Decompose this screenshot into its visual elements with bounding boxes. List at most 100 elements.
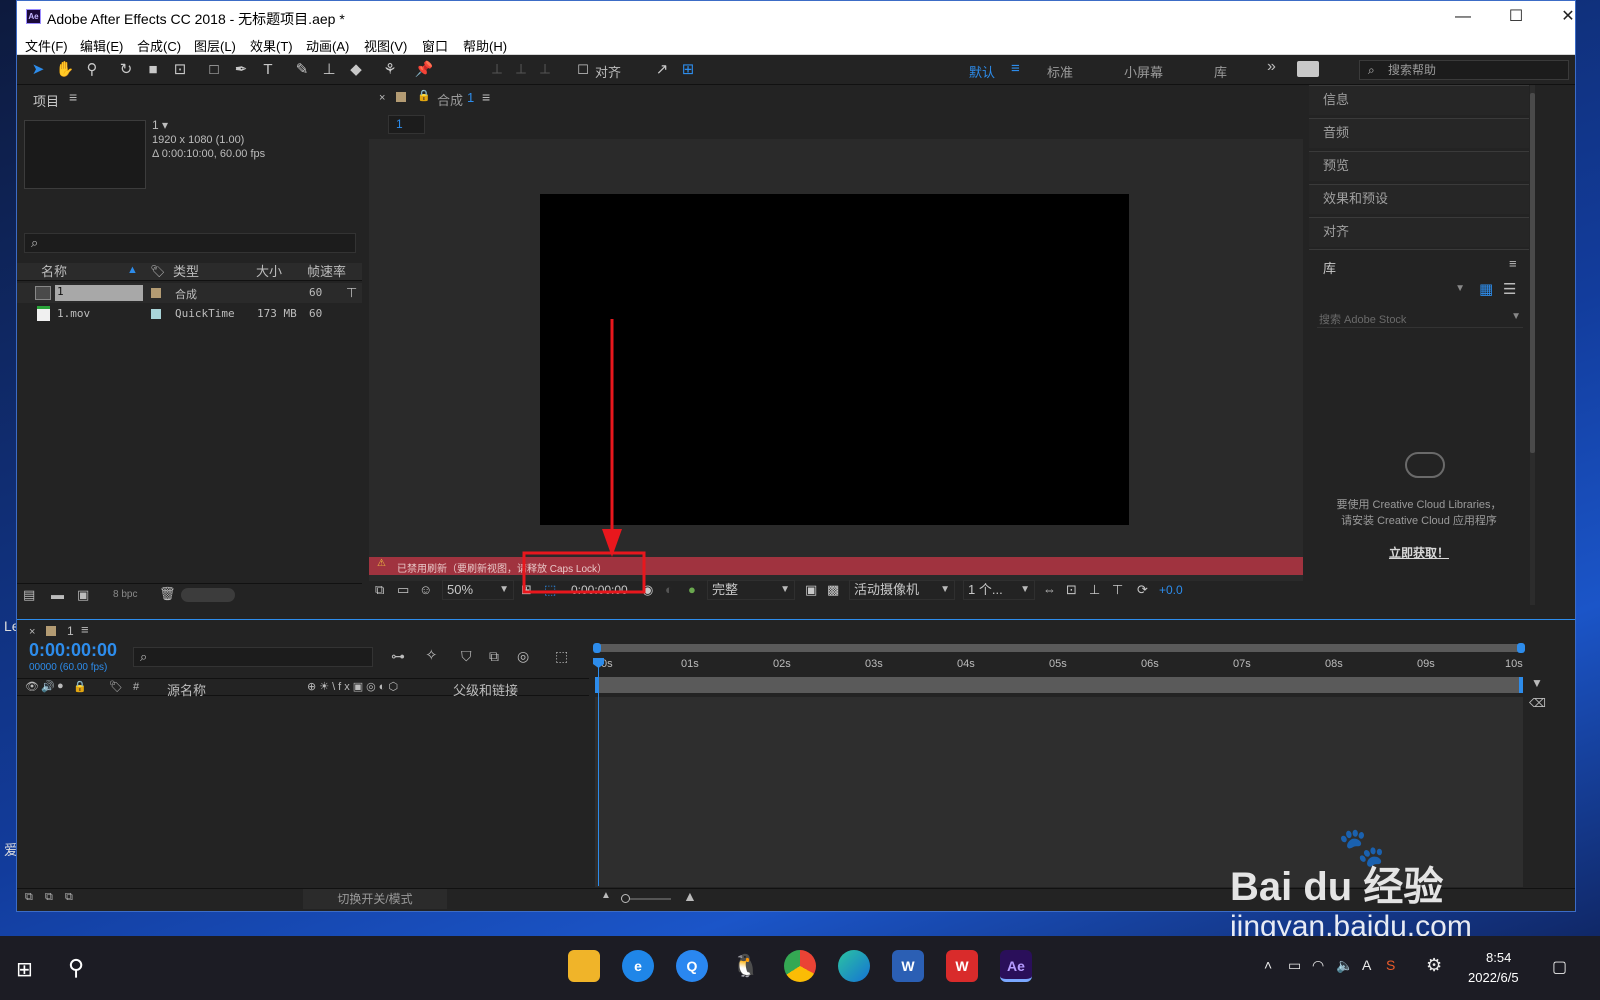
menu-layer[interactable]: 图层(L): [194, 36, 236, 55]
workspace-small-screen[interactable]: 小屏幕: [1124, 62, 1163, 81]
thumbnail-slider[interactable]: [181, 588, 235, 602]
camera-dropdown[interactable]: 活动摄像机 ▼: [849, 580, 955, 600]
column-type[interactable]: 类型: [173, 263, 199, 281]
wifi-icon[interactable]: ◠: [1312, 957, 1324, 974]
search-help-toggle-icon[interactable]: [1297, 61, 1319, 77]
graph-editor-icon[interactable]: ⬚: [555, 648, 568, 665]
file-explorer-icon[interactable]: [568, 950, 600, 982]
ie-browser-icon[interactable]: e: [622, 950, 654, 982]
grid-view-icon[interactable]: ▦: [1479, 280, 1493, 298]
menu-effect[interactable]: 效果(T): [250, 36, 293, 55]
trash-icon[interactable]: 🗑: [159, 586, 176, 602]
color-channel-icon[interactable]: ●: [688, 579, 696, 601]
zoom-in-icon[interactable]: ▲: [683, 888, 697, 904]
menu-window[interactable]: 窗口: [422, 36, 448, 55]
rotate-tool-icon[interactable]: ↻: [116, 60, 136, 80]
workspace-menu-icon[interactable]: ≡: [1011, 60, 1020, 77]
settings-gear-icon[interactable]: ⚙: [1426, 955, 1442, 976]
effects-presets-panel[interactable]: 效果和预设: [1309, 184, 1529, 214]
audio-toggle-icon[interactable]: 🔊: [41, 680, 55, 693]
snapshot-camera-icon[interactable]: ◉: [642, 579, 653, 601]
show-snapshot-icon[interactable]: ◐: [665, 579, 673, 601]
word-icon[interactable]: W: [892, 950, 924, 982]
edge-icon[interactable]: [838, 950, 870, 982]
resolution-icon[interactable]: ⊞: [521, 579, 532, 601]
panel-menu-icon[interactable]: ≡: [482, 89, 490, 105]
camera-tool-icon[interactable]: ■: [143, 60, 163, 80]
always-preview-icon[interactable]: ⧉: [375, 579, 384, 601]
work-area-end-handle[interactable]: [1517, 643, 1525, 653]
expand-layer-switches-icon[interactable]: ⧉: [25, 891, 33, 904]
search-icon[interactable]: ⚲: [68, 955, 84, 981]
help-search-input[interactable]: ⌕ 搜索帮助: [1359, 60, 1569, 80]
viewer-area[interactable]: [369, 139, 1303, 581]
transparency-grid-icon[interactable]: ▩: [827, 579, 839, 601]
expand-transfer-controls-icon[interactable]: ⧉: [45, 891, 53, 904]
shy-layers-icon[interactable]: ⛉: [461, 648, 472, 665]
interpret-footage-icon[interactable]: ▤: [23, 587, 35, 603]
composition-canvas[interactable]: [540, 194, 1129, 525]
video-toggle-icon[interactable]: 👁: [25, 680, 39, 693]
column-fps[interactable]: 帧速率: [307, 263, 346, 281]
lock-icon[interactable]: 🔒: [417, 89, 431, 102]
taskbar-date[interactable]: 2022/6/5: [1468, 970, 1519, 985]
project-item-row[interactable]: 1 合成 60: [17, 283, 362, 303]
rectangle-tool-icon[interactable]: □: [204, 60, 224, 80]
views-dropdown[interactable]: 1 个... ▼: [963, 580, 1035, 600]
composition-tab-label[interactable]: 合成: [437, 90, 463, 109]
bit-depth-button[interactable]: 8 bpc: [113, 589, 137, 600]
toggle-switches-modes-button[interactable]: 切换开关/模式: [303, 889, 447, 909]
hand-tool-icon[interactable]: ✋: [55, 60, 75, 80]
work-area-start-handle[interactable]: [593, 643, 601, 653]
sogou-icon[interactable]: S: [1386, 957, 1395, 973]
layer-duration-bar[interactable]: [595, 677, 1523, 693]
label-swatch[interactable]: [151, 288, 161, 298]
reset-exposure-icon[interactable]: ⟳: [1137, 579, 1148, 601]
composition-tab-number[interactable]: 1: [467, 90, 474, 105]
flowchart-icon[interactable]: ⊤: [1112, 579, 1123, 601]
monitor-icon[interactable]: ▭: [397, 579, 409, 601]
project-search-input[interactable]: ⌕: [24, 233, 356, 253]
project-panel-title[interactable]: 项目: [33, 91, 59, 110]
workspace-default[interactable]: 默认: [969, 62, 995, 81]
project-item-row[interactable]: 1.mov QuickTime 173 MB 60: [17, 304, 362, 324]
align-checkbox-icon[interactable]: ☐: [573, 60, 593, 80]
type-tool-icon[interactable]: T: [258, 60, 278, 80]
preview-panel[interactable]: 预览: [1309, 151, 1529, 181]
list-view-icon[interactable]: ☰: [1503, 280, 1516, 298]
ime-indicator[interactable]: A: [1362, 957, 1371, 973]
current-time[interactable]: 0:00:00:00: [571, 579, 628, 601]
menu-view[interactable]: 视图(V): [364, 36, 407, 55]
comp-flowchart-icon[interactable]: ⊥: [1089, 579, 1100, 601]
snap-icon[interactable]: ↗: [652, 60, 672, 80]
menu-animation[interactable]: 动画(A): [306, 36, 349, 55]
brush-tool-icon[interactable]: ✎: [292, 60, 312, 80]
new-folder-icon[interactable]: ▬: [51, 587, 64, 602]
get-now-link[interactable]: 立即获取！: [1309, 544, 1529, 561]
workspace-overflow-icon[interactable]: »: [1267, 58, 1276, 76]
chevron-up-icon[interactable]: ˄: [1264, 957, 1272, 973]
info-panel[interactable]: 信息: [1309, 85, 1529, 115]
new-composition-icon[interactable]: ▣: [77, 587, 89, 603]
taskbar-time[interactable]: 8:54: [1486, 950, 1511, 965]
draft-3d-icon[interactable]: ✧: [425, 646, 438, 664]
notification-icon[interactable]: ▢: [1552, 957, 1567, 977]
chrome-icon[interactable]: [784, 950, 816, 982]
menu-file[interactable]: 文件(F): [25, 36, 68, 55]
frame-blending-icon[interactable]: ⧉: [489, 648, 499, 665]
snap-grid-icon[interactable]: ⊞: [678, 60, 698, 80]
eraser-tool-icon[interactable]: ◆: [346, 60, 366, 80]
expand-duration-icon[interactable]: ⧉: [65, 891, 73, 904]
timeline-zoom-slider[interactable]: [621, 894, 671, 903]
start-button-icon[interactable]: ⊞: [16, 957, 33, 982]
minimize-button[interactable]: —: [1443, 5, 1483, 29]
menu-edit[interactable]: 编辑(E): [80, 36, 123, 55]
align-panel[interactable]: 对齐: [1309, 217, 1529, 247]
workspace-standard[interactable]: 标准: [1047, 62, 1073, 81]
playhead[interactable]: [593, 658, 604, 886]
flowchart-icon[interactable]: ⊤: [346, 285, 357, 301]
stock-search-input[interactable]: 搜索 Adobe Stock ▼: [1317, 308, 1523, 328]
column-name[interactable]: 名称: [41, 263, 67, 281]
workspace-libraries[interactable]: 库: [1214, 62, 1227, 81]
layer-area[interactable]: [17, 697, 589, 887]
